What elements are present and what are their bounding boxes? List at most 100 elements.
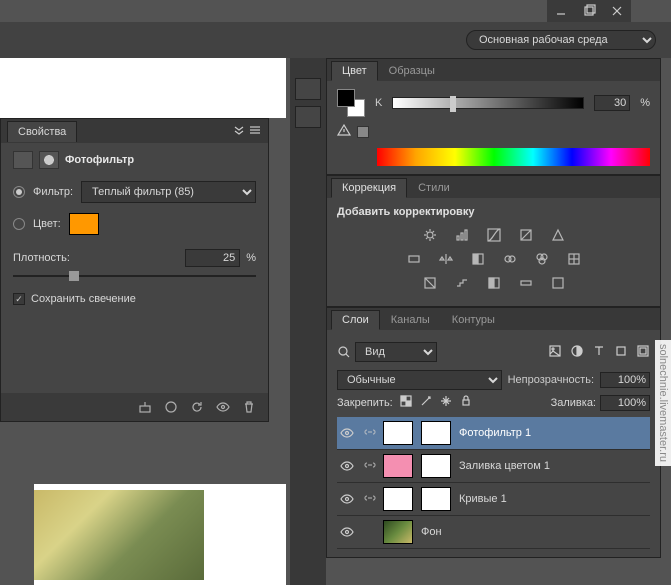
minimize-button[interactable] xyxy=(547,0,575,22)
exposure-icon[interactable] xyxy=(515,226,537,244)
blend-mode-select[interactable]: Обычные xyxy=(337,370,502,390)
clip-to-layer-icon[interactable] xyxy=(136,399,154,415)
lock-all-icon[interactable] xyxy=(459,394,473,411)
collapsed-panel-button[interactable] xyxy=(295,78,321,100)
selective-color-icon[interactable] xyxy=(547,274,569,292)
invert-icon[interactable] xyxy=(419,274,441,292)
brightness-icon[interactable] xyxy=(419,226,441,244)
layer-row[interactable]: Заливка цветом 1 xyxy=(337,450,650,483)
levels-icon[interactable] xyxy=(451,226,473,244)
link-icon[interactable] xyxy=(363,491,375,508)
opacity-input[interactable] xyxy=(600,372,650,388)
layer-thumbnail[interactable] xyxy=(383,487,413,511)
layer-name[interactable]: Фотофильтр 1 xyxy=(459,427,531,439)
tab-layers[interactable]: Слои xyxy=(331,310,380,330)
image-preview xyxy=(34,490,204,580)
delete-icon[interactable] xyxy=(240,399,258,415)
layer-thumbnail[interactable] xyxy=(383,454,413,478)
visibility-icon[interactable] xyxy=(339,525,355,539)
gamut-warning-icon[interactable] xyxy=(337,123,351,140)
filter-adjustment-icon[interactable] xyxy=(570,344,584,361)
posterize-icon[interactable] xyxy=(451,274,473,292)
lock-position-icon[interactable] xyxy=(439,394,453,411)
filter-pixel-icon[interactable] xyxy=(548,344,562,361)
density-input[interactable] xyxy=(185,249,240,267)
k-unit: % xyxy=(640,97,650,109)
gradient-map-icon[interactable] xyxy=(515,274,537,292)
layer-mask-thumbnail[interactable] xyxy=(421,487,451,511)
view-previous-icon[interactable] xyxy=(162,399,180,415)
adjustments-panel: Коррекция Стили Добавить корректировку xyxy=(326,175,661,307)
tab-color[interactable]: Цвет xyxy=(331,61,378,81)
channel-mixer-icon[interactable] xyxy=(531,250,553,268)
collapsed-panel-strip xyxy=(290,58,326,585)
k-slider[interactable] xyxy=(392,97,584,109)
color-panel: Цвет Образцы K % xyxy=(326,58,661,175)
lock-transparent-icon[interactable] xyxy=(399,394,413,411)
layer-row[interactable]: Фон xyxy=(337,516,650,549)
layer-mask-thumbnail[interactable] xyxy=(421,421,451,445)
threshold-icon[interactable] xyxy=(483,274,505,292)
filter-select[interactable]: Теплый фильтр (85) xyxy=(81,181,256,203)
color-spectrum[interactable] xyxy=(377,148,650,166)
photo-filter-icon[interactable] xyxy=(499,250,521,268)
layer-thumbnail[interactable] xyxy=(383,421,413,445)
panel-collapse-icon[interactable] xyxy=(232,123,246,140)
layer-list: Фотофильтр 1 Заливка цветом 1 xyxy=(337,417,650,549)
properties-panel: Свойства Фотофильтр Фильтр: Теплый фильт… xyxy=(0,118,269,422)
k-value-input[interactable] xyxy=(594,95,630,111)
tab-adjustments[interactable]: Коррекция xyxy=(331,178,407,198)
layer-name[interactable]: Кривые 1 xyxy=(459,493,507,505)
maximize-button[interactable] xyxy=(575,0,603,22)
layer-mask-thumbnail[interactable] xyxy=(421,454,451,478)
filter-type-icon[interactable] xyxy=(592,344,606,361)
k-label: K xyxy=(375,97,382,109)
link-icon[interactable] xyxy=(363,458,375,475)
fill-label: Заливка: xyxy=(551,397,596,409)
curves-icon[interactable] xyxy=(483,226,505,244)
layer-row[interactable]: Фотофильтр 1 xyxy=(337,417,650,450)
layer-row[interactable]: Кривые 1 xyxy=(337,483,650,516)
opacity-label: Непрозрачность: xyxy=(508,374,594,386)
reset-icon[interactable] xyxy=(188,399,206,415)
lock-pixels-icon[interactable] xyxy=(419,394,433,411)
panel-menu-icon[interactable] xyxy=(248,123,262,140)
color-radio[interactable] xyxy=(13,218,25,230)
gamut-swatch[interactable] xyxy=(357,126,369,138)
visibility-icon[interactable] xyxy=(339,492,355,506)
adjustment-title: Фотофильтр xyxy=(65,154,134,166)
visibility-icon[interactable] xyxy=(339,426,355,440)
properties-tab[interactable]: Свойства xyxy=(7,121,77,142)
layer-filter-select[interactable]: Вид xyxy=(355,342,437,362)
hue-sat-icon[interactable] xyxy=(403,250,425,268)
fill-input[interactable] xyxy=(600,395,650,411)
tab-channels[interactable]: Каналы xyxy=(380,310,441,330)
visibility-icon[interactable] xyxy=(339,459,355,473)
layer-name[interactable]: Заливка цветом 1 xyxy=(459,460,550,472)
bw-icon[interactable] xyxy=(467,250,489,268)
watermark: solnechnie.livemaster.ru xyxy=(655,340,671,466)
preserve-luminosity-checkbox[interactable]: ✓ xyxy=(13,293,25,305)
link-icon[interactable] xyxy=(363,425,375,442)
collapsed-panel-button[interactable] xyxy=(295,106,321,128)
layer-thumbnail[interactable] xyxy=(383,520,413,544)
color-swatch[interactable] xyxy=(69,213,99,235)
foreground-color[interactable] xyxy=(337,89,355,107)
color-lookup-icon[interactable] xyxy=(563,250,585,268)
layer-name[interactable]: Фон xyxy=(421,526,442,538)
tab-paths[interactable]: Контуры xyxy=(441,310,506,330)
filter-shape-icon[interactable] xyxy=(614,344,628,361)
mask-icon xyxy=(39,151,59,169)
layers-panel: Слои Каналы Контуры Вид xyxy=(326,307,661,558)
color-balance-icon[interactable] xyxy=(435,250,457,268)
vibrance-icon[interactable] xyxy=(547,226,569,244)
workspace-select[interactable]: Основная рабочая среда xyxy=(466,30,656,50)
tab-swatches[interactable]: Образцы xyxy=(378,61,446,81)
toggle-visibility-icon[interactable] xyxy=(214,399,232,415)
foreground-background-swatch[interactable] xyxy=(337,89,365,117)
density-slider[interactable] xyxy=(13,275,256,277)
filter-smart-icon[interactable] xyxy=(636,344,650,361)
close-button[interactable] xyxy=(603,0,631,22)
filter-radio[interactable] xyxy=(13,186,25,198)
tab-styles[interactable]: Стили xyxy=(407,178,461,198)
